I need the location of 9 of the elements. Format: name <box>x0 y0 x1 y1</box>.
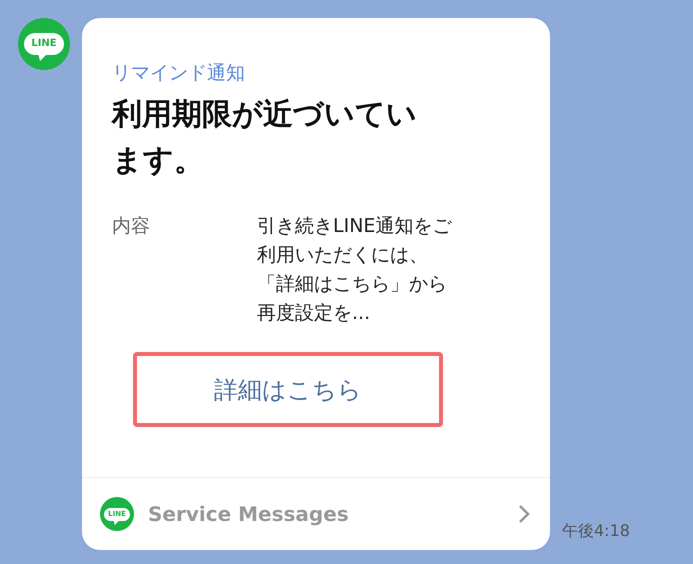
field-name: 内容 <box>112 214 151 239</box>
service-messages-link[interactable]: Service Messages <box>148 502 504 526</box>
message-time: 午後4:18 <box>562 521 630 542</box>
line-logo-icon: LINE <box>18 18 70 70</box>
card-title: 利用期限が近づいてい ます。 <box>112 96 417 180</box>
details-button[interactable]: 詳細はこちら <box>133 352 443 427</box>
chevron-right-icon[interactable] <box>518 504 530 524</box>
card-label: リマインド通知 <box>112 61 245 86</box>
field-value: 引き続きLINE通知をご 利用いただくには、 「詳細はこちら」から 再度設定を... <box>257 214 452 326</box>
